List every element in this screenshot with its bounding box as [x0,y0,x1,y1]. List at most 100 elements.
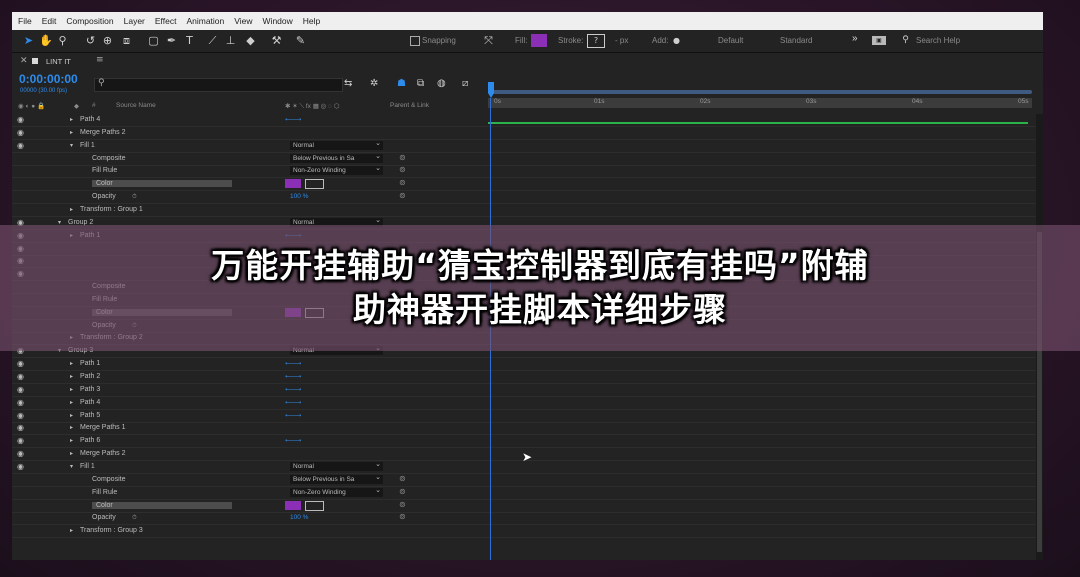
layer-row[interactable]: ◉ ▾ Fill 1 Normal [12,139,488,153]
path-operations-icon[interactable]: ⟵⟶ [285,116,301,123]
fill-color-swatch[interactable] [531,34,547,47]
layer-row[interactable]: ◉ ▸ Path 2 ⟵⟶ [12,371,488,384]
visibility-eye-icon[interactable]: ◉ [17,128,24,137]
motion-blur-icon[interactable]: ◍ [437,78,446,89]
property-dropdown[interactable]: Below Previous in Sa [290,152,383,163]
clone-stamp-tool-icon[interactable]: ⊥ [224,34,237,47]
add-circle-icon[interactable]: ● [670,34,683,47]
menu-help[interactable]: Help [303,16,320,26]
snap-options-icon[interactable]: ⤧ [482,34,495,47]
timeline-track-row[interactable] [488,525,1036,538]
puppet-tool-icon[interactable]: ✎ [294,34,307,47]
pen-tool-icon[interactable]: ✒ [165,34,178,47]
twirl-arrow-icon[interactable]: ▸ [70,206,73,213]
layer-row[interactable]: ⏱ Opacity 100 % ⊚ [12,512,488,525]
visibility-eye-icon[interactable]: ◉ [17,398,24,407]
twirl-arrow-icon[interactable]: ▸ [70,527,73,534]
search-help-field[interactable]: Search Help [916,36,960,45]
path-operations-icon[interactable]: ⟵⟶ [285,399,301,406]
twirl-arrow-icon[interactable]: ▸ [70,386,73,393]
layer-row[interactable]: ⏱Color⊚ [12,178,488,191]
property-value[interactable]: 100 % [290,514,308,521]
path-operations-icon[interactable]: ⟵⟶ [285,373,301,380]
twirl-arrow-icon[interactable]: ▸ [70,424,73,431]
stroke-width[interactable]: - px [615,36,628,45]
layer-row[interactable]: ◉ ▾ Fill 1 Normal [12,460,488,474]
property-dropdown[interactable]: Non-Zero Winding [290,164,383,175]
timeline-track-row[interactable] [488,358,1036,371]
menu-animation[interactable]: Animation [186,16,224,26]
twirl-arrow-icon[interactable]: ▸ [70,437,73,444]
timeline-track-row[interactable] [488,165,1036,178]
pickwhip-icon[interactable]: ⊚ [399,500,406,509]
rotate-tool-icon[interactable]: ↺ [84,34,97,47]
eyedropper-icon[interactable] [305,501,324,511]
close-tab-icon[interactable]: ✕ [20,56,28,66]
twirl-arrow-icon[interactable]: ▸ [70,450,73,457]
visibility-eye-icon[interactable]: ◉ [17,141,24,150]
timeline-track-row[interactable] [488,127,1036,140]
timeline-track-row[interactable] [488,178,1036,191]
visibility-eye-icon[interactable]: ◉ [17,372,24,381]
layer-row[interactable]: Fill Rule Non-Zero Winding ⊚ [12,486,488,500]
tab-menu-icon[interactable]: ≡ [96,55,104,65]
playhead-handle[interactable] [488,82,494,98]
workspace-standard[interactable]: Standard [780,36,812,45]
timeline-track-row[interactable] [488,397,1036,410]
eyedropper-icon[interactable] [305,179,324,189]
timeline-track-row[interactable] [488,384,1036,397]
menu-composition[interactable]: Composition [66,16,113,26]
property-dropdown[interactable]: Normal [290,460,383,471]
visibility-eye-icon[interactable]: ◉ [17,115,24,124]
snapping-checkbox[interactable] [410,36,420,46]
path-operations-icon[interactable]: ⟵⟶ [285,437,301,444]
property-value[interactable]: 100 % [290,193,308,200]
property-dropdown[interactable]: Below Previous in Sa [290,473,383,484]
more-workspaces-icon[interactable]: » [852,33,858,44]
zoom-tool-icon[interactable]: ⚲ [56,34,69,47]
comp-mini-flowchart-icon[interactable]: ⇆ [344,78,352,89]
path-operations-icon[interactable]: ⟵⟶ [285,386,301,393]
visibility-eye-icon[interactable]: ◉ [17,436,24,445]
eraser-tool-icon[interactable]: ◆ [244,34,257,47]
work-area-bar[interactable] [488,90,1032,94]
twirl-arrow-icon[interactable]: ▸ [70,116,73,123]
twirl-arrow-icon[interactable]: ▸ [70,360,73,367]
layer-row[interactable]: ◉ ▸ Path 3 ⟵⟶ [12,384,488,397]
timeline-track-row[interactable] [488,461,1036,474]
pickwhip-icon[interactable]: ⊚ [399,178,406,187]
timeline-track-row[interactable] [488,371,1036,384]
visibility-eye-icon[interactable]: ◉ [17,385,24,394]
pickwhip-icon[interactable]: ⊚ [399,165,406,174]
hand-tool-icon[interactable]: ✋ [39,34,53,47]
layer-search-input[interactable]: ⚲ [94,78,343,92]
layer-row[interactable]: ◉ ▸ Merge Paths 1 [12,422,488,435]
visibility-eye-icon[interactable]: ◉ [17,411,24,420]
layer-row[interactable]: Composite Below Previous in Sa ⊚ [12,473,488,487]
selection-tool-icon[interactable]: ➤ [22,34,35,47]
pickwhip-icon[interactable]: ⊚ [399,191,406,200]
layer-row[interactable]: ▸ Transform : Group 3 [12,525,488,538]
timeline-track-row[interactable] [488,435,1036,448]
timeline-track-row[interactable] [488,448,1036,461]
twirl-arrow-icon[interactable]: ▸ [70,373,73,380]
property-dropdown[interactable]: Normal [290,139,383,150]
stopwatch-icon[interactable]: ⏱ [132,193,137,201]
layer-row[interactable]: Fill Rule Non-Zero Winding ⊚ [12,164,488,178]
twirl-arrow-icon[interactable]: ▾ [70,142,73,149]
pickwhip-icon[interactable]: ⊚ [399,487,406,496]
layer-row[interactable]: ▸ Transform : Group 1 [12,204,488,217]
frame-blending-icon[interactable]: ⧉ [417,78,424,89]
layer-row[interactable]: ⏱ Opacity 100 % ⊚ [12,191,488,204]
camera-tool-icon[interactable]: ⊕ [101,34,114,47]
layer-row[interactable]: ◉ ▸ Path 6 ⟵⟶ [12,435,488,448]
pickwhip-icon[interactable]: ⊚ [399,512,406,521]
timeline-track-row[interactable] [488,191,1036,204]
draft-3d-icon[interactable]: ✲ [370,78,378,89]
timeline-track-row[interactable] [488,512,1036,525]
current-time-display[interactable]: 0:00:00:00 [19,72,78,86]
type-tool-icon[interactable]: T [183,34,196,47]
stroke-color-swatch[interactable]: ? [587,34,605,48]
visibility-eye-icon[interactable]: ◉ [17,359,24,368]
roto-brush-tool-icon[interactable]: ⚒ [270,34,283,47]
